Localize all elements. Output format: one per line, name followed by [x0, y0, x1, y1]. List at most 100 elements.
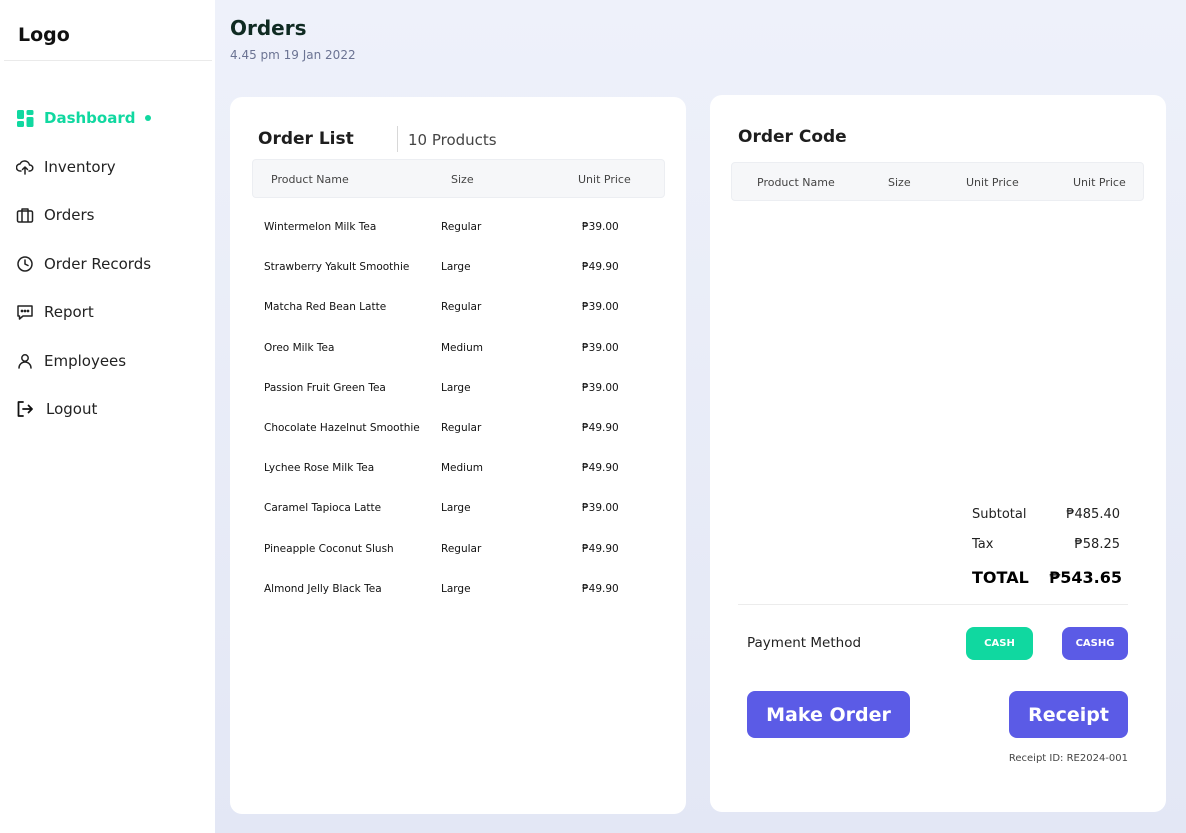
- total-value: ₱543.65: [1049, 568, 1122, 587]
- sidebar-item-employees[interactable]: Employees: [16, 337, 151, 386]
- grid-icon: [16, 109, 34, 127]
- upload-cloud-icon: [16, 158, 34, 176]
- product-name: Oreo Milk Tea: [264, 341, 335, 354]
- product-name: Almond Jelly Black Tea: [264, 582, 382, 595]
- product-size: Large: [441, 381, 471, 394]
- logout-icon: [16, 400, 34, 418]
- product-count: 10 Products: [408, 131, 497, 149]
- product-name: Lychee Rose Milk Tea: [264, 462, 375, 475]
- sidebar-item-orders[interactable]: Orders: [16, 191, 151, 240]
- column-header: Unit Price: [578, 173, 631, 186]
- table-row[interactable]: Passion Fruit Green Tea Large ₱39.00: [264, 377, 664, 417]
- sidebar-item-label: Orders: [44, 206, 95, 225]
- unit-price: ₱49.90: [582, 261, 619, 274]
- unit-price: ₱39.00: [582, 221, 619, 233]
- subtotal-value: ₱485.40: [1066, 507, 1120, 522]
- divider: [4, 60, 212, 61]
- clock-icon: [16, 255, 34, 273]
- product-size: Large: [441, 261, 471, 274]
- unit-price: ₱39.00: [582, 502, 619, 515]
- user-icon: [16, 352, 34, 370]
- table-row[interactable]: Matcha Red Bean Latte Regular ₱39.00: [264, 296, 664, 336]
- unit-price: ₱39.00: [582, 381, 619, 394]
- cashg-button[interactable]: CASHG: [1062, 627, 1128, 660]
- message-icon: [16, 303, 34, 321]
- unit-price: ₱49.90: [582, 582, 619, 595]
- logo[interactable]: Logo: [18, 24, 70, 46]
- product-size: Medium: [441, 341, 483, 354]
- sidebar-item-label: Dashboard: [44, 109, 136, 128]
- product-name: Caramel Tapioca Latte: [264, 502, 382, 515]
- order-totals: Subtotal ₱485.40 Tax ₱58.25 TOTAL ₱543.6…: [972, 507, 1122, 598]
- column-header: Product Name: [757, 176, 835, 189]
- unit-price: ₱49.90: [582, 421, 619, 434]
- sidebar-item-dashboard[interactable]: Dashboard: [16, 94, 152, 143]
- sidebar-item-label: Employees: [44, 351, 127, 370]
- divider: [397, 126, 398, 152]
- sidebar-nav: Dashboard Inventory Orders Order Records…: [16, 94, 152, 434]
- order-code-title: Order Code: [738, 127, 847, 147]
- table-row[interactable]: Chocolate Hazelnut Smoothie Regular ₱49.90: [264, 417, 664, 457]
- product-size: Regular: [441, 421, 482, 434]
- column-header: Size: [888, 176, 911, 189]
- product-size: Regular: [441, 221, 482, 233]
- make-order-button[interactable]: Make Order: [747, 691, 910, 738]
- sidebar-item-logout[interactable]: Logout: [16, 385, 151, 434]
- product-size: Regular: [441, 542, 482, 555]
- product-name: Chocolate Hazelnut Smoothie: [264, 421, 420, 434]
- table-row[interactable]: Caramel Tapioca Latte Large ₱39.00: [264, 497, 664, 537]
- unit-price: ₱49.90: [582, 462, 619, 475]
- product-size: Regular: [441, 301, 482, 314]
- table-row[interactable]: Almond Jelly Black Tea Large ₱49.90: [264, 578, 664, 618]
- sidebar: Logo Dashboard Inventory Orders Order Re…: [0, 0, 215, 833]
- payment-method-label: Payment Method: [747, 635, 862, 651]
- sidebar-item-inventory[interactable]: Inventory: [16, 143, 151, 192]
- page-title: Orders: [230, 16, 307, 40]
- order-list-rows: Wintermelon Milk Tea Regular ₱39.00 Strawbe…: [264, 216, 664, 618]
- table-header: Product Name Size Unit Price Unit Price: [731, 162, 1144, 201]
- sidebar-item-order-records[interactable]: Order Records: [16, 240, 151, 289]
- unit-price: ₱39.00: [582, 341, 619, 354]
- table-row[interactable]: Strawberry Yakult Smoothie Large ₱49.90: [264, 256, 664, 296]
- product-name: Strawberry Yakult Smoothie: [264, 261, 410, 274]
- unit-price: ₱49.90: [582, 542, 619, 555]
- cash-button[interactable]: CASH: [966, 627, 1033, 660]
- product-size: Medium: [441, 462, 483, 475]
- sidebar-item-report[interactable]: Report: [16, 288, 151, 337]
- product-size: Large: [441, 582, 471, 595]
- sidebar-item-label: Report: [44, 303, 94, 322]
- product-name: Wintermelon Milk Tea: [264, 221, 377, 233]
- subtotal-line: Subtotal ₱485.40: [972, 507, 1122, 537]
- total-label: TOTAL: [972, 568, 1029, 587]
- product-name: Matcha Red Bean Latte: [264, 301, 387, 314]
- column-header: Unit Price: [1073, 176, 1126, 189]
- total-line: TOTAL ₱543.65: [972, 568, 1122, 598]
- tax-line: Tax ₱58.25: [972, 537, 1122, 567]
- order-list-card: Order List 10 Products Product Name Size…: [230, 97, 686, 814]
- table-row[interactable]: Lychee Rose Milk Tea Medium ₱49.90: [264, 457, 664, 497]
- receipt-id: Receipt ID: RE2024-001: [1008, 753, 1128, 764]
- product-size: Large: [441, 502, 471, 515]
- receipt-button[interactable]: Receipt: [1009, 691, 1128, 738]
- briefcase-icon: [16, 206, 34, 224]
- timestamp: 4.45 pm 19 Jan 2022: [230, 48, 356, 62]
- column-header: Size: [451, 173, 474, 186]
- unit-price: ₱39.00: [582, 301, 619, 314]
- product-name: Pineapple Coconut Slush: [264, 542, 394, 555]
- tax-value: ₱58.25: [1074, 536, 1121, 552]
- product-name: Passion Fruit Green Tea: [264, 381, 386, 394]
- table-row[interactable]: Wintermelon Milk Tea Regular ₱39.00: [264, 216, 664, 256]
- tax-label: Tax: [972, 536, 994, 552]
- subtotal-label: Subtotal: [972, 507, 1027, 522]
- order-list-title: Order List: [258, 129, 354, 149]
- sidebar-item-label: Logout: [46, 400, 98, 419]
- order-code-card: Order Code Product Name Size Unit Price …: [710, 95, 1166, 812]
- table-header: Product Name Size Unit Price: [252, 159, 665, 198]
- table-row[interactable]: Pineapple Coconut Slush Regular ₱49.90: [264, 538, 664, 578]
- divider: [738, 604, 1128, 605]
- table-row[interactable]: Oreo Milk Tea Medium ₱39.00: [264, 337, 664, 377]
- active-dot: [145, 115, 152, 122]
- sidebar-item-label: Inventory: [44, 157, 116, 176]
- column-header: Unit Price: [966, 176, 1019, 189]
- sidebar-item-label: Order Records: [44, 254, 152, 273]
